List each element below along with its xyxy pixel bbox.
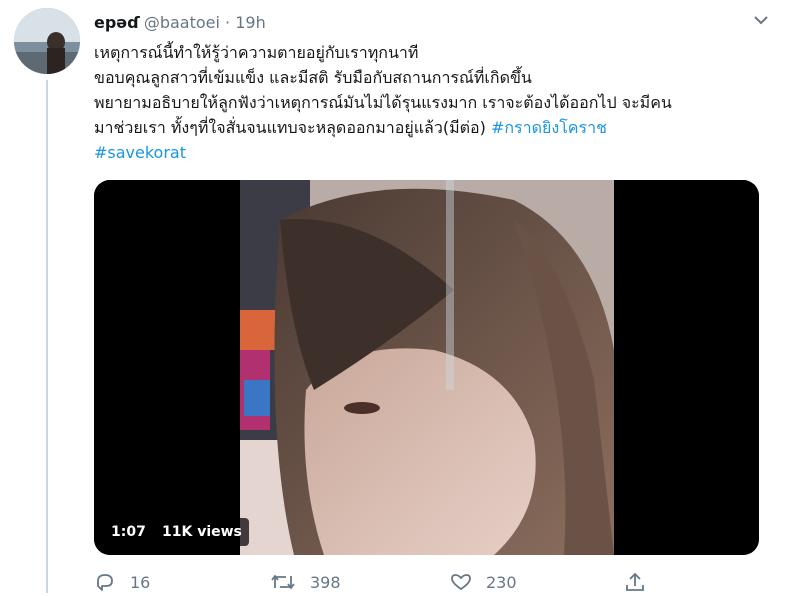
reply-icon xyxy=(97,574,113,591)
tweet-text-line: #savekorat xyxy=(94,140,784,165)
retweet-count: 398 xyxy=(310,572,341,592)
hashtag-link[interactable]: #savekorat xyxy=(94,143,186,162)
share-icon xyxy=(626,572,644,591)
like-count: 230 xyxy=(486,572,517,592)
chevron-down-icon[interactable] xyxy=(750,12,772,28)
avatar[interactable] xyxy=(14,8,80,74)
video-duration-badge: 1:07 xyxy=(104,518,153,546)
user-handle[interactable]: @baatoei xyxy=(144,13,220,32)
video-views-badge: 11K views xyxy=(155,518,249,546)
retweet-icon xyxy=(271,574,295,590)
tweet-header: epəɗ @baatoei · 19h xyxy=(94,12,266,34)
tweet-text-line: ขอบคุณลูกสาวที่เข้มแข็ง และมีสติ รับมือก… xyxy=(94,68,532,87)
tweet-text-line: เหตุการณ์นี้ทำให้รู้ว่าความตายอยู่กับเรา… xyxy=(94,43,419,62)
video-player[interactable] xyxy=(94,180,759,555)
tweet-text: เหตุการณ์นี้ทำให้รู้ว่าความตายอยู่กับเรา… xyxy=(94,40,784,165)
thread-line xyxy=(46,80,48,593)
like-icon xyxy=(451,574,471,590)
reply-count: 16 xyxy=(130,572,151,592)
display-name[interactable]: epəɗ xyxy=(94,13,140,32)
retweet-button[interactable]: 398 xyxy=(270,568,341,596)
reply-button[interactable]: 16 xyxy=(94,568,150,596)
timestamp[interactable]: 19h xyxy=(235,13,266,32)
tweet-text-line-4: มาช่วยเรา ทั้งๆที่ใจสั่นจนแทบจะหลุดออกมา… xyxy=(94,118,491,137)
separator-dot: · xyxy=(225,13,231,32)
tweet-text-line: พยายามอธิบายให้ลูกฟังว่าเหตุการณ์มันไม่ไ… xyxy=(94,93,672,112)
hashtag-link[interactable]: #กราดยิงโคราช xyxy=(491,118,607,137)
tweet-actions: 16 398 230 xyxy=(94,568,774,596)
tweet-text-line: มาช่วยเรา ทั้งๆที่ใจสั่นจนแทบจะหลุดออกมา… xyxy=(94,115,784,140)
like-button[interactable]: 230 xyxy=(450,568,517,596)
share-button[interactable] xyxy=(624,568,660,596)
video-frame xyxy=(94,180,759,555)
tweet[interactable]: epəɗ @baatoei · 19h เหตุการณ์นี้ทำให้รู้ว… xyxy=(0,0,800,593)
